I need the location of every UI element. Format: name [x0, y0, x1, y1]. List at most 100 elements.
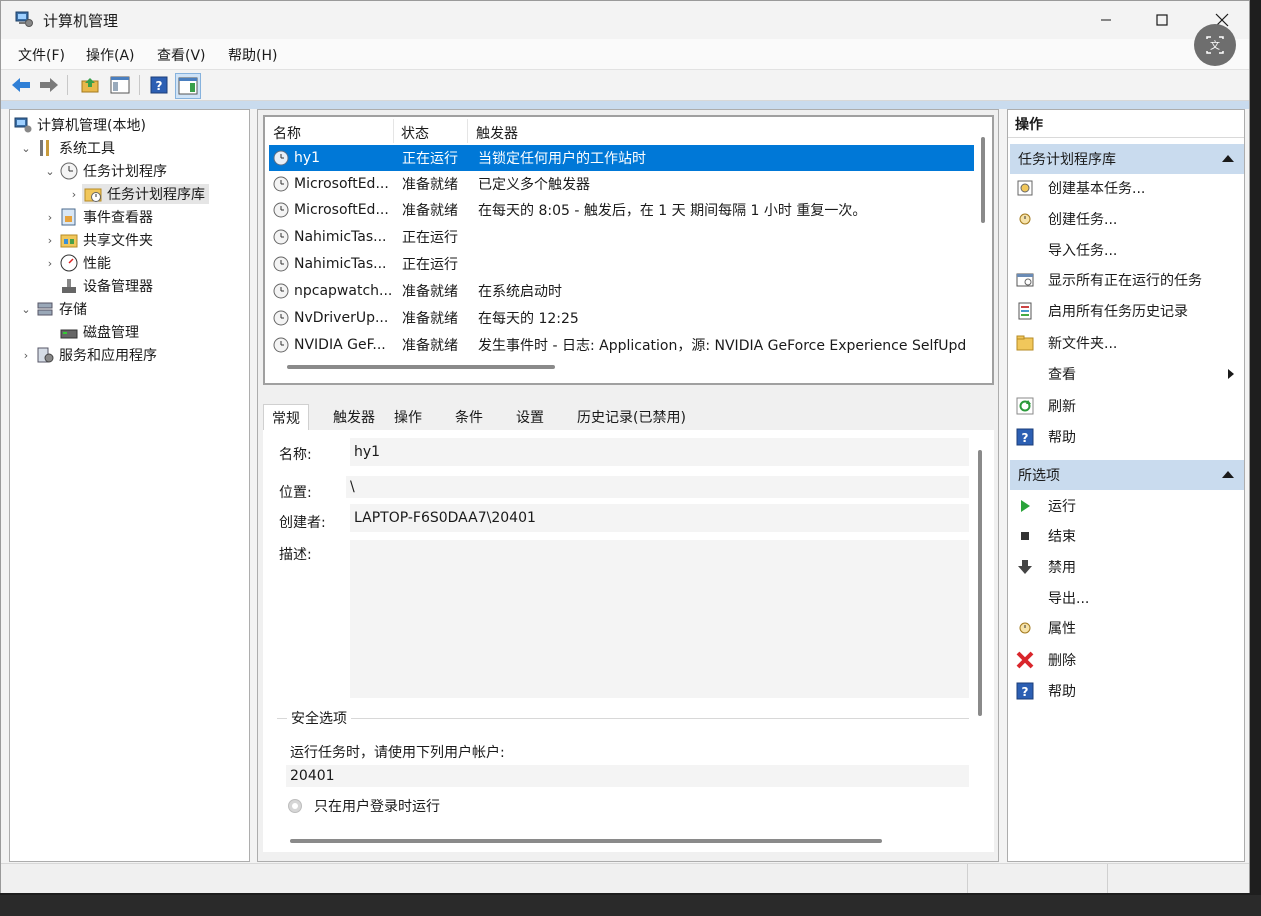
tree-item-disk-management[interactable]: 磁盘管理: [58, 321, 139, 343]
run-only-logged-on-radio[interactable]: [288, 799, 302, 813]
task-name: NahimicTas...: [294, 229, 387, 245]
column-header-status[interactable]: 状态: [401, 123, 429, 143]
list-horizontal-scrollbar[interactable]: [287, 365, 555, 369]
tab-general[interactable]: 常规: [263, 404, 309, 430]
chevron-right-icon[interactable]: ›: [42, 234, 58, 247]
task-clock-icon: [273, 176, 289, 192]
menu-file[interactable]: 文件(F): [18, 45, 65, 65]
column-divider[interactable]: [467, 119, 468, 143]
table-row[interactable]: NvDriverUp... 准备就绪 在每天的 12:25: [269, 305, 974, 331]
action-label: 运行: [1048, 499, 1076, 515]
action-view[interactable]: 查看: [1016, 360, 1238, 388]
author-field[interactable]: LAPTOP-F6S0DAA7\20401: [350, 504, 969, 532]
tree-item-event-viewer[interactable]: › 事件查看器: [42, 206, 153, 228]
chevron-down-icon[interactable]: ⌄: [18, 303, 34, 316]
computer-management-icon: [14, 117, 32, 133]
action-delete[interactable]: 删除: [1016, 646, 1238, 674]
table-row[interactable]: NahimicTas... 正在运行: [269, 224, 974, 250]
location-label: 位置:: [279, 485, 312, 501]
back-button[interactable]: [9, 73, 33, 97]
action-label: 启用所有任务历史记录: [1048, 304, 1188, 320]
svg-text:文: 文: [1210, 39, 1220, 52]
table-row[interactable]: hy1 正在运行 当锁定任何用户的工作站时: [269, 145, 974, 171]
tree-item-shared-folders[interactable]: › 共享文件夹: [42, 229, 153, 251]
tree-selection: 任务计划程序库: [82, 184, 209, 204]
menu-help[interactable]: 帮助(H): [228, 45, 277, 65]
list-vertical-scrollbar[interactable]: [981, 137, 985, 223]
collapse-up-icon[interactable]: [1222, 471, 1234, 478]
tree-item-storage[interactable]: ⌄ 存储: [18, 298, 87, 320]
column-header-name[interactable]: 名称: [273, 123, 301, 143]
tree-item-task-library[interactable]: › 任务计划程序库: [66, 183, 209, 205]
action-disable[interactable]: 禁用: [1016, 553, 1238, 581]
chevron-right-icon[interactable]: ›: [66, 188, 82, 201]
task-trigger: 发生事件时 - 日志: Application，源: NVIDIA GeForc…: [478, 338, 967, 354]
action-create-task[interactable]: 创建任务...: [1016, 205, 1238, 233]
show-hide-tree-icon: [110, 76, 130, 94]
action-refresh[interactable]: 刷新: [1016, 392, 1238, 420]
task-clock-icon: [273, 150, 289, 166]
forward-button[interactable]: [37, 73, 61, 97]
blank-icon: [1016, 241, 1034, 259]
table-row[interactable]: MicrosoftEd... 准备就绪 已定义多个触发器: [269, 171, 974, 197]
tab-conditions[interactable]: 条件: [455, 404, 483, 430]
action-end[interactable]: 结束: [1016, 522, 1238, 550]
menu-view[interactable]: 查看(V): [157, 45, 206, 65]
section-selected-item[interactable]: 所选项: [1010, 460, 1244, 490]
tab-actions[interactable]: 操作: [394, 404, 422, 430]
minimize-button[interactable]: [1083, 5, 1129, 35]
chevron-right-icon[interactable]: ›: [18, 349, 34, 362]
tree-item-task-scheduler[interactable]: ⌄ 任务计划程序: [42, 160, 167, 182]
show-hide-tree-button[interactable]: [108, 73, 132, 97]
column-header-trigger[interactable]: 触发器: [476, 123, 518, 143]
chevron-right-icon[interactable]: ›: [42, 211, 58, 224]
forward-icon: [40, 78, 58, 92]
detail-horizontal-scrollbar[interactable]: [290, 839, 882, 843]
action-properties[interactable]: 属性: [1016, 614, 1238, 642]
security-group-border: [277, 718, 969, 719]
chevron-down-icon[interactable]: ⌄: [42, 165, 58, 178]
action-help-selected[interactable]: ? 帮助: [1016, 677, 1238, 705]
tree-item-root[interactable]: 计算机管理(本地): [14, 114, 146, 136]
action-import-task[interactable]: 导入任务...: [1016, 236, 1238, 264]
action-enable-history[interactable]: 启用所有任务历史记录: [1016, 297, 1238, 325]
column-divider[interactable]: [393, 119, 394, 143]
tree-item-services[interactable]: › 服务和应用程序: [18, 344, 157, 366]
action-show-running-tasks[interactable]: 显示所有正在运行的任务: [1016, 266, 1238, 294]
collapse-up-icon[interactable]: [1222, 155, 1234, 162]
table-row[interactable]: NahimicTas... 正在运行: [269, 251, 974, 277]
services-icon: [37, 347, 54, 363]
help-button[interactable]: ?: [147, 73, 171, 97]
chevron-right-icon[interactable]: ›: [42, 257, 58, 270]
tab-history[interactable]: 历史记录(已禁用): [577, 404, 686, 430]
maximize-icon: [1156, 14, 1168, 26]
tab-triggers[interactable]: 触发器: [333, 404, 375, 430]
task-list-header: 名称 状态 触发器: [265, 117, 992, 145]
location-field[interactable]: \: [346, 476, 969, 498]
action-help[interactable]: ? 帮助: [1016, 423, 1238, 451]
name-field[interactable]: hy1: [350, 438, 969, 466]
running-tasks-icon: [1016, 271, 1034, 289]
action-run[interactable]: 运行: [1016, 492, 1238, 520]
tab-settings[interactable]: 设置: [516, 404, 544, 430]
translate-button[interactable]: 文: [1194, 24, 1236, 66]
action-new-folder[interactable]: 新文件夹...: [1016, 329, 1238, 357]
table-row[interactable]: NVIDIA GeF... 准备就绪 发生事件时 - 日志: Applicati…: [269, 332, 974, 358]
up-folder-button[interactable]: [78, 73, 102, 97]
menu-action[interactable]: 操作(A): [86, 45, 135, 65]
task-status: 正在运行: [402, 151, 458, 167]
description-field[interactable]: [350, 540, 969, 698]
maximize-button[interactable]: [1139, 5, 1185, 35]
detail-vertical-scrollbar[interactable]: [978, 450, 982, 716]
tree-item-system-tools[interactable]: ⌄ 系统工具: [18, 137, 115, 159]
tree-item-device-manager[interactable]: 设备管理器: [58, 275, 153, 297]
chevron-down-icon[interactable]: ⌄: [18, 142, 34, 155]
action-create-basic-task[interactable]: 创建基本任务...: [1016, 174, 1238, 202]
section-task-library[interactable]: 任务计划程序库: [1010, 144, 1244, 174]
action-export[interactable]: 导出...: [1016, 584, 1238, 612]
table-row[interactable]: npcapwatch... 准备就绪 在系统启动时: [269, 278, 974, 304]
tree-item-performance[interactable]: › 性能: [42, 252, 111, 274]
run-only-logged-on-label: 只在用户登录时运行: [314, 799, 440, 815]
table-row[interactable]: MicrosoftEd... 准备就绪 在每天的 8:05 - 触发后，在 1 …: [269, 197, 974, 223]
show-hide-action-pane-button[interactable]: [175, 73, 201, 99]
